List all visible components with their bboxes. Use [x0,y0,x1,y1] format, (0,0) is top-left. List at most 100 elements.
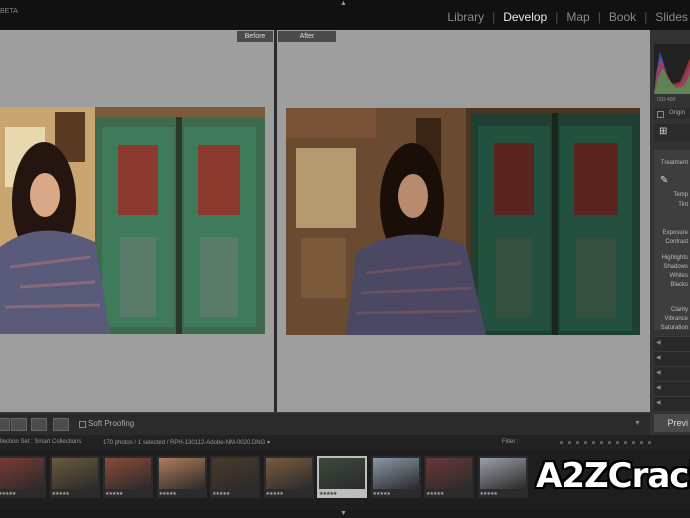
vibrance-label: Vibrance [664,316,688,322]
color-filter-icon[interactable] [640,441,643,444]
collapse-bottom-panel-icon[interactable]: ▼ [340,510,347,517]
split-toning-section[interactable]: ◀ [654,366,690,381]
thumbnail-rating: ★★★★★ [372,491,391,497]
crop-grid-icon[interactable]: ⊞ [659,126,667,137]
clarity-label: Clarity [670,307,688,313]
collapse-top-panel-icon[interactable]: ▲ [340,0,347,7]
highlights-label: Highlights [661,255,688,261]
expand-icon: ◀ [656,370,661,376]
color-filter-icon[interactable] [616,441,619,444]
module-picker: Library | Develop | Map | Book | Slides [445,10,690,24]
blacks-label: Blacks [670,282,688,288]
thumbnail-image [158,458,205,489]
star-filter-icon[interactable] [584,441,587,444]
thumbnail-image [319,458,365,489]
module-separator: | [597,10,601,24]
pane-divider [274,30,277,412]
thumbnail-image [0,458,44,489]
detail-section[interactable]: ◀ [654,381,690,396]
module-develop[interactable]: Develop [501,10,549,24]
before-label: Before [237,31,273,42]
expand-icon: ◀ [656,340,661,346]
filter-controls[interactable] [560,441,651,444]
filmstrip-thumbnail[interactable]: ★★★★★ [424,456,474,498]
color-filter-icon[interactable] [624,441,627,444]
shadows-label: Shadows [663,264,688,270]
before-photo[interactable] [0,107,265,334]
filmstrip-thumbnail[interactable]: ★★★★★ [49,456,100,498]
filmstrip-thumbnail[interactable]: ★★★★★ [370,456,421,498]
thumbnail-rating: ★★★★★ [479,491,498,497]
filmstrip-thumbnail[interactable]: ★★★★★ [477,456,528,498]
tint-label: Tint [678,202,688,208]
before-after-swap-button[interactable] [31,418,47,431]
soft-proofing-checkbox[interactable] [79,421,86,428]
original-checkbox[interactable] [657,111,664,118]
develop-toolbar: Soft Proofing ▼ [0,412,650,435]
watermark-text: A2ZCrack [536,456,690,496]
module-book[interactable]: Book [607,10,638,24]
star-filter-icon[interactable] [600,441,603,444]
before-after-left-right-button[interactable] [11,418,27,431]
filmstrip-header: llection Set : Smart Collections 170 pho… [0,435,690,450]
thumbnail-rating: ★★★★★ [319,491,337,497]
filmstrip-count[interactable]: 170 photos / 1 selected / RPH-130112-Ado… [103,439,270,446]
module-separator: | [492,10,496,24]
filmstrip-thumbnail[interactable]: ★★★★★ [210,456,260,498]
color-filter-icon[interactable] [648,441,651,444]
thumbnail-image [105,458,151,489]
copy-settings-button[interactable] [53,418,69,431]
filmstrip-thumbnail[interactable]: ★★★★★ [103,456,153,498]
thumbnail-image [479,458,526,489]
original-label: Origin [669,110,686,116]
top-module-bar: BETA ▲ Library | Develop | Map | Book | … [0,0,690,30]
toolbar-menu-icon[interactable]: ▼ [634,420,641,427]
lens-corrections-section[interactable]: ◀ [654,396,690,411]
thumbnail-rating: ★★★★★ [265,491,284,497]
thumbnail-image [372,458,419,489]
white-balance-dropper-icon[interactable]: ✎ [660,175,668,186]
flag-filter-icon[interactable] [568,441,571,444]
previous-button[interactable]: Previ [654,414,690,432]
expand-icon: ◀ [656,355,661,361]
filter-label: Filter : [502,439,519,445]
saturation-label: Saturation [660,325,688,331]
after-photo[interactable] [286,108,640,335]
thumbnail-image [265,458,312,489]
contrast-label: Contrast [665,239,688,245]
view-loupe-button[interactable] [0,418,10,431]
thumbnail-image [426,458,472,489]
thumbnail-image [51,458,98,489]
color-filter-icon[interactable] [632,441,635,444]
filmstrip-thumbnail[interactable]: ★★★★★ [263,456,314,498]
thumbnail-image [212,458,258,489]
module-library[interactable]: Library [445,10,486,24]
original-photo-row[interactable]: Origin [654,108,690,119]
histogram [654,44,690,94]
soft-proofing-label: Soft Proofing [88,419,135,428]
expand-icon: ◀ [656,400,661,406]
flag-filter-icon[interactable] [560,441,563,444]
tone-curve-section[interactable]: ◀ [654,336,690,351]
expand-icon: ◀ [656,385,661,391]
tool-strip: ⊞ [654,124,690,142]
treatment-label: Treatment [660,160,688,166]
star-filter-icon[interactable] [592,441,595,444]
whites-label: Whites [669,273,688,279]
filmstrip-source[interactable]: llection Set : Smart Collections [0,439,81,445]
module-map[interactable]: Map [564,10,591,24]
filmstrip-thumbnail[interactable]: ★★★★★ [156,456,207,498]
thumbnail-rating: ★★★★★ [212,491,230,497]
beta-label: BETA [0,8,18,15]
module-slides[interactable]: Slides [653,10,690,24]
module-separator: | [644,10,648,24]
star-filter-icon[interactable] [576,441,579,444]
filmstrip-thumbnail[interactable]: ★★★★★ [317,456,367,498]
thumbnail-rating: ★★★★★ [0,491,16,497]
filmstrip-thumbnail[interactable]: ★★★★★ [0,456,46,498]
hsl-section[interactable]: ◀ [654,351,690,366]
thumbnail-rating: ★★★★★ [426,491,444,497]
star-filter-icon[interactable] [608,441,611,444]
module-separator: | [555,10,559,24]
histogram-info: ISO 400 [657,97,676,103]
